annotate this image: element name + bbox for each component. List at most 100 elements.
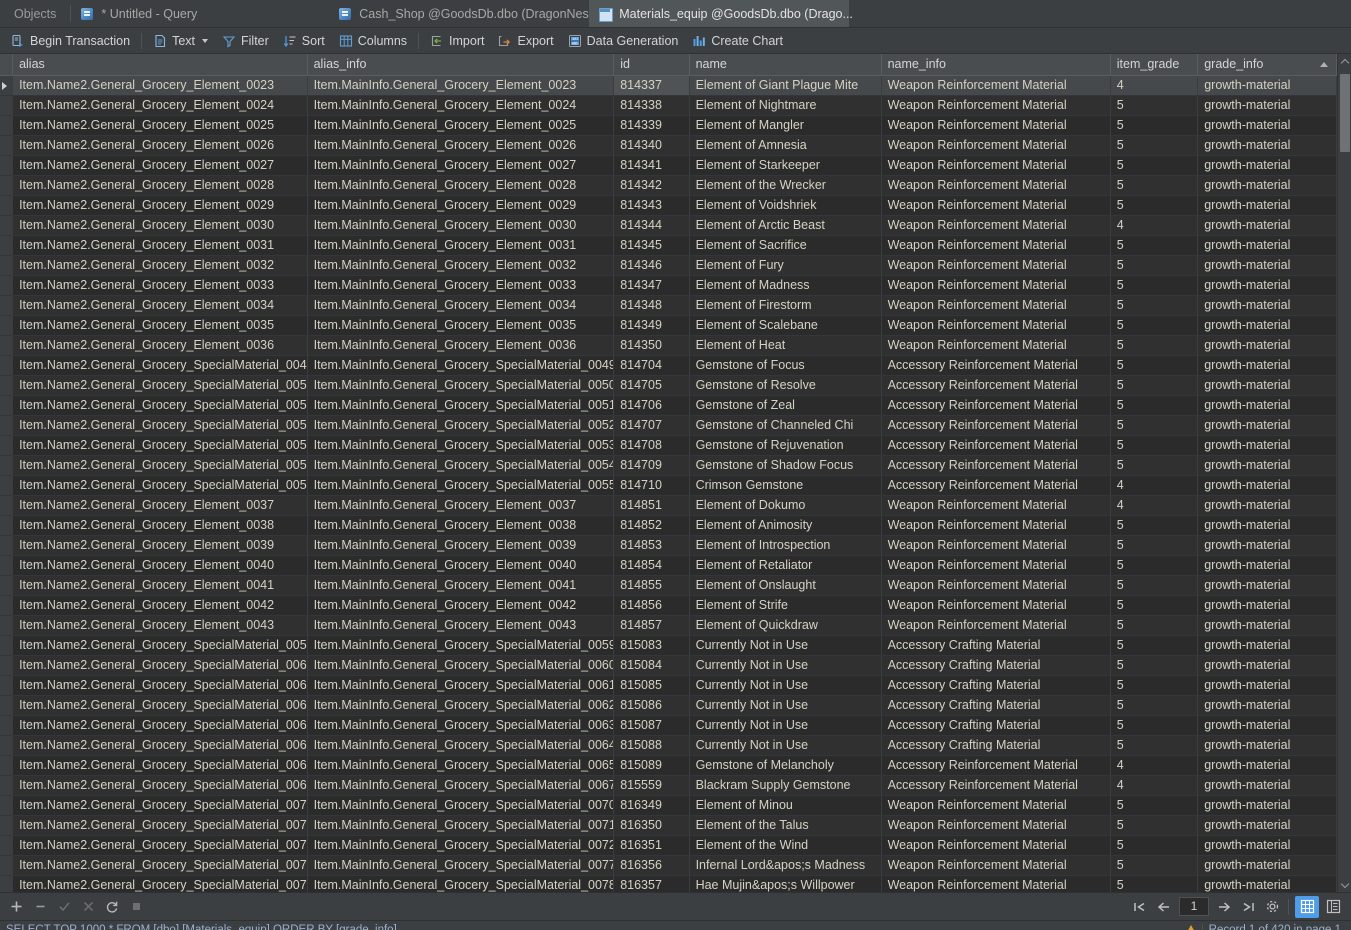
cell-grade-info[interactable]: growth-material — [1197, 775, 1337, 796]
column-header-alias[interactable]: alias — [12, 54, 308, 76]
cell-id[interactable]: 814344 — [613, 215, 690, 236]
cell-grade-info[interactable]: growth-material — [1197, 435, 1337, 456]
cell-alias-info[interactable]: Item.MainInfo.General_Grocery_Element_00… — [307, 255, 615, 276]
cell-item-grade[interactable]: 5 — [1110, 595, 1199, 616]
cell-name[interactable]: Element of Fury — [689, 255, 882, 276]
cell-name[interactable]: Gemstone of Focus — [689, 355, 882, 376]
cell-grade-info[interactable]: growth-material — [1197, 135, 1337, 156]
table-row[interactable]: Item.Name2.General_Grocery_SpecialMateri… — [0, 635, 1337, 656]
cell-alias[interactable]: Item.Name2.General_Grocery_Element_0043 — [12, 615, 308, 636]
cell-alias-info[interactable]: Item.MainInfo.General_Grocery_SpecialMat… — [307, 755, 615, 776]
cell-id[interactable]: 816356 — [613, 855, 690, 876]
cell-alias[interactable]: Item.Name2.General_Grocery_SpecialMateri… — [12, 415, 308, 436]
cell-grade-info[interactable]: growth-material — [1197, 295, 1337, 316]
cell-name[interactable]: Element of Introspection — [689, 535, 882, 556]
cell-item-grade[interactable]: 5 — [1110, 275, 1199, 296]
cell-name-info[interactable]: Accessory Reinforcement Material — [881, 755, 1111, 776]
cell-grade-info[interactable]: growth-material — [1197, 795, 1337, 816]
cell-alias[interactable]: Item.Name2.General_Grocery_Element_0027 — [12, 155, 308, 176]
table-row[interactable]: Item.Name2.General_Grocery_Element_0030 I… — [0, 215, 1337, 236]
cell-item-grade[interactable]: 5 — [1110, 395, 1199, 416]
cell-grade-info[interactable]: growth-material — [1197, 455, 1337, 476]
cell-name-info[interactable]: Weapon Reinforcement Material — [881, 835, 1111, 856]
cell-item-grade[interactable]: 5 — [1110, 295, 1199, 316]
cell-name[interactable]: Element of the Wrecker — [689, 175, 882, 196]
cell-alias[interactable]: Item.Name2.General_Grocery_SpecialMateri… — [12, 655, 308, 676]
cell-name-info[interactable]: Weapon Reinforcement Material — [881, 335, 1111, 356]
row-marker[interactable] — [0, 475, 14, 496]
cell-name-info[interactable]: Accessory Reinforcement Material — [881, 435, 1111, 456]
cell-name[interactable]: Element of the Wind — [689, 835, 882, 856]
cell-name[interactable]: Element of Heat — [689, 335, 882, 356]
cell-alias[interactable]: Item.Name2.General_Grocery_SpecialMateri… — [12, 855, 308, 876]
cell-name-info[interactable]: Weapon Reinforcement Material — [881, 855, 1111, 876]
cell-id[interactable]: 815089 — [613, 755, 690, 776]
cell-name-info[interactable]: Accessory Reinforcement Material — [881, 355, 1111, 376]
row-marker[interactable] — [0, 335, 14, 356]
cell-alias-info[interactable]: Item.MainInfo.General_Grocery_SpecialMat… — [307, 435, 615, 456]
row-marker[interactable] — [0, 675, 14, 696]
cell-item-grade[interactable]: 5 — [1110, 255, 1199, 276]
table-row[interactable]: Item.Name2.General_Grocery_SpecialMateri… — [0, 735, 1337, 756]
cell-id[interactable]: 814854 — [613, 555, 690, 576]
first-page-button[interactable] — [1128, 896, 1152, 918]
cell-name-info[interactable]: Weapon Reinforcement Material — [881, 595, 1111, 616]
chevron-down-icon[interactable] — [202, 38, 208, 43]
row-marker[interactable] — [0, 255, 14, 276]
cell-name-info[interactable]: Accessory Reinforcement Material — [881, 775, 1111, 796]
cell-item-grade[interactable]: 4 — [1110, 755, 1199, 776]
cell-id[interactable]: 815084 — [613, 655, 690, 676]
cell-alias-info[interactable]: Item.MainInfo.General_Grocery_Element_00… — [307, 335, 615, 356]
cell-name-info[interactable]: Weapon Reinforcement Material — [881, 815, 1111, 836]
cell-id[interactable]: 814337 — [613, 75, 690, 96]
column-header-id[interactable]: id — [613, 54, 690, 76]
cell-item-grade[interactable]: 4 — [1110, 215, 1199, 236]
cell-item-grade[interactable]: 5 — [1110, 715, 1199, 736]
cell-id[interactable]: 814347 — [613, 275, 690, 296]
row-marker[interactable] — [0, 95, 14, 116]
cell-alias[interactable]: Item.Name2.General_Grocery_SpecialMateri… — [12, 475, 308, 496]
cell-grade-info[interactable]: growth-material — [1197, 175, 1337, 196]
cell-id[interactable]: 814343 — [613, 195, 690, 216]
table-row[interactable]: Item.Name2.General_Grocery_SpecialMateri… — [0, 475, 1337, 496]
cell-item-grade[interactable]: 5 — [1110, 115, 1199, 136]
import-button[interactable]: Import — [423, 30, 491, 52]
cell-name-info[interactable]: Accessory Reinforcement Material — [881, 375, 1111, 396]
cell-alias-info[interactable]: Item.MainInfo.General_Grocery_Element_00… — [307, 295, 615, 316]
cell-alias[interactable]: Item.Name2.General_Grocery_Element_0026 — [12, 135, 308, 156]
cell-id[interactable]: 814707 — [613, 415, 690, 436]
columns-button[interactable]: Columns — [332, 30, 414, 52]
row-marker[interactable] — [0, 775, 14, 796]
cell-alias-info[interactable]: Item.MainInfo.General_Grocery_Element_00… — [307, 315, 615, 336]
cell-item-grade[interactable]: 5 — [1110, 615, 1199, 636]
cell-id[interactable]: 814710 — [613, 475, 690, 496]
cell-alias-info[interactable]: Item.MainInfo.General_Grocery_SpecialMat… — [307, 655, 615, 676]
cell-name[interactable]: Element of Quickdraw — [689, 615, 882, 636]
cell-name-info[interactable]: Accessory Reinforcement Material — [881, 475, 1111, 496]
table-row[interactable]: Item.Name2.General_Grocery_Element_0039 I… — [0, 535, 1337, 556]
cell-alias-info[interactable]: Item.MainInfo.General_Grocery_SpecialMat… — [307, 875, 615, 892]
table-row[interactable]: Item.Name2.General_Grocery_SpecialMateri… — [0, 395, 1337, 416]
cell-item-grade[interactable]: 5 — [1110, 235, 1199, 256]
cell-alias[interactable]: Item.Name2.General_Grocery_Element_0031 — [12, 235, 308, 256]
cell-alias-info[interactable]: Item.MainInfo.General_Grocery_Element_00… — [307, 175, 615, 196]
cell-alias-info[interactable]: Item.MainInfo.General_Grocery_SpecialMat… — [307, 855, 615, 876]
cell-item-grade[interactable]: 5 — [1110, 155, 1199, 176]
cell-name[interactable]: Element of Mangler — [689, 115, 882, 136]
cell-alias[interactable]: Item.Name2.General_Grocery_Element_0032 — [12, 255, 308, 276]
column-header-alias-info[interactable]: alias_info — [307, 54, 615, 76]
cell-id[interactable]: 814342 — [613, 175, 690, 196]
begin-transaction-button[interactable]: Begin Transaction — [4, 30, 137, 52]
cell-id[interactable]: 814709 — [613, 455, 690, 476]
cell-alias[interactable]: Item.Name2.General_Grocery_Element_0029 — [12, 195, 308, 216]
cell-alias-info[interactable]: Item.MainInfo.General_Grocery_SpecialMat… — [307, 735, 615, 756]
cell-item-grade[interactable]: 4 — [1110, 75, 1199, 96]
cell-name-info[interactable]: Weapon Reinforcement Material — [881, 135, 1111, 156]
cell-item-grade[interactable]: 4 — [1110, 475, 1199, 496]
cell-name-info[interactable]: Weapon Reinforcement Material — [881, 295, 1111, 316]
cell-name[interactable]: Gemstone of Shadow Focus — [689, 455, 882, 476]
cell-id[interactable]: 814340 — [613, 135, 690, 156]
row-marker[interactable] — [0, 835, 14, 856]
scrollbar-thumb[interactable] — [1340, 74, 1350, 152]
cell-name[interactable]: Element of Scalebane — [689, 315, 882, 336]
